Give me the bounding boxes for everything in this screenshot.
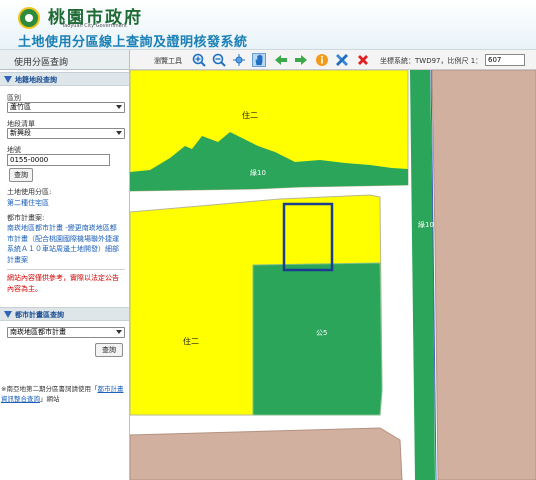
district-select-value: 蘆竹區 — [10, 103, 31, 111]
map-toolbar: 瀏覽工具 坐標系統：TWD97，比例尺 1： 607 — [130, 50, 536, 70]
scale-input[interactable]: 607 — [485, 54, 525, 66]
map-canvas[interactable]: 住二 綠10 綠10 公5 住二 — [130, 70, 536, 480]
tab-zoning-query-label: 使用分區查詢 — [14, 58, 69, 68]
zoom-in-icon[interactable] — [192, 53, 206, 67]
zoning-value[interactable]: 第二種住宅區 — [7, 198, 49, 208]
system-title: 土地使用分區線上查詢及證明核發系統 — [18, 35, 248, 50]
label-res-top: 住二 — [242, 111, 258, 120]
gov-name-en: Taoyuan City Government — [62, 23, 127, 29]
land-query-panel-header[interactable]: 地籍地段查詢 — [0, 72, 129, 86]
footer-note-prefix: ※南亞地第二期分區書詞請使用「 — [1, 385, 98, 393]
sidebar: 地籍地段查詢 區別 蘆竹區 地段清單 新興段 地號 0155-0000 查詢 土… — [0, 70, 130, 480]
collapse-triangle-icon — [4, 311, 12, 318]
collapse-triangle-icon — [4, 76, 12, 83]
tab-zoning-query[interactable]: 使用分區查詢 — [0, 50, 130, 70]
measure-icon[interactable] — [335, 53, 349, 67]
land-query-title: 地籍地段查詢 — [15, 76, 57, 84]
label-res-bottom: 住二 — [183, 337, 199, 346]
zoom-out-icon[interactable] — [212, 53, 226, 67]
city-logo-icon — [18, 7, 40, 29]
district-select[interactable]: 蘆竹區 — [7, 102, 125, 113]
divider — [7, 269, 125, 270]
disclaimer-warning: 網站內容僅供參考，實際以法定公告內容為主。 — [7, 274, 119, 293]
chevron-down-icon — [116, 330, 122, 334]
toolbar-label: 瀏覽工具 — [154, 57, 182, 65]
next-extent-icon[interactable] — [294, 53, 308, 67]
chevron-down-icon — [116, 131, 122, 135]
section-select[interactable]: 新興段 — [7, 128, 125, 139]
zone-other-right — [431, 70, 536, 480]
info-icon[interactable] — [315, 53, 329, 67]
label-green-right: 綠10 — [418, 221, 434, 229]
land-query-button[interactable]: 查詢 — [9, 168, 33, 182]
label-green-top: 綠10 — [250, 169, 266, 177]
header: 桃園市政府 Taoyuan City Government 土地使用分區線上查詢… — [0, 0, 536, 50]
plan-query-button[interactable]: 查詢 — [95, 343, 123, 357]
plan-label: 都市計畫案: — [7, 214, 45, 222]
coordinate-scale-text: 坐標系統：TWD97，比例尺 1： — [380, 57, 483, 65]
footer-note-suffix: 」網站 — [40, 395, 60, 403]
full-extent-icon[interactable] — [232, 53, 246, 67]
zone-park — [252, 262, 383, 416]
lot-number-input[interactable]: 0155-0000 — [7, 154, 110, 166]
footer-note: ※南亞地第二期分區書詞請使用「都市計畫資訊整合查詢」網站 — [1, 384, 129, 404]
urban-plan-select[interactable]: 南崁地區都市計畫 — [7, 327, 125, 338]
zone-other-bottom — [130, 427, 403, 480]
urban-plan-select-value: 南崁地區都市計畫 — [10, 328, 66, 336]
section-select-value: 新興段 — [10, 129, 31, 137]
map-layers — [130, 70, 536, 480]
plan-query-panel-header[interactable]: 都市計畫區查詢 — [0, 307, 129, 321]
plan-query-title: 都市計畫區查詢 — [15, 311, 64, 319]
plan-value[interactable]: 南崁地區都市計畫 -變更南崁地區都市計畫（配合桃園國際機場聯外捷運系統Ａ１０車站… — [7, 223, 123, 265]
zoning-label: 土地使用分區: — [7, 188, 52, 196]
pan-hand-icon[interactable] — [252, 53, 266, 67]
label-park: 公5 — [316, 329, 328, 337]
chevron-down-icon — [116, 105, 122, 109]
clear-icon[interactable] — [356, 53, 370, 67]
previous-extent-icon[interactable] — [274, 53, 288, 67]
